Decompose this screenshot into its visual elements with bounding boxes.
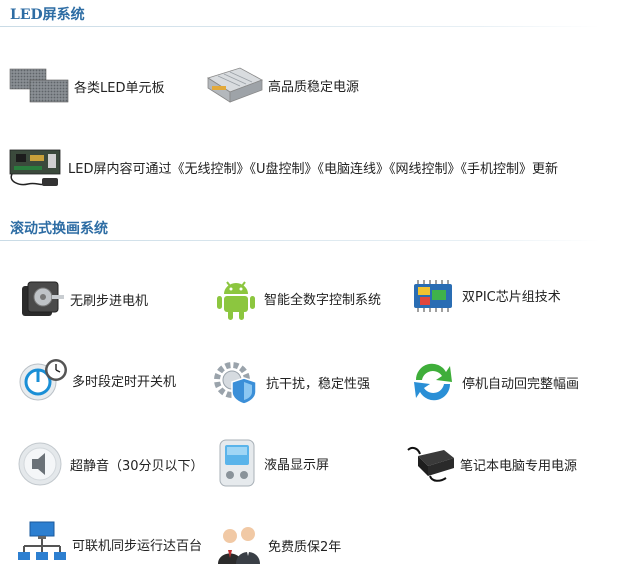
feature-lcd: 液晶显示屏 [216,438,329,488]
power-clock-icon [16,356,68,404]
feature-label: 免费质保2年 [268,539,342,555]
support-people-icon [214,524,264,566]
feature-label: 各类LED单元板 [74,80,165,96]
feature-stepper-motor: 无刷步进电机 [16,276,148,322]
section-title-scroll: 滚动式换画系统 [10,221,108,237]
feature-power-supply: 高品质稳定电源 [204,64,359,106]
feature-label: 双PIC芯片组技术 [462,289,561,305]
network-icon [16,520,68,568]
feature-label: LED屏内容可通过《无线控制》《U盘控制》《电脑连线》《网线控制》《手机控制》更… [68,161,558,177]
power-supply-icon [204,64,264,106]
control-card-icon [6,146,64,188]
feature-label: 超静音（30分贝以下） [70,458,204,474]
section-divider [0,26,600,27]
feature-timer-power: 多时段定时开关机 [16,356,176,404]
feature-label: 可联机同步运行达百台 [72,538,203,554]
speaker-icon [16,440,66,488]
feature-digital-control: 智能全数字控制系统 [212,274,381,322]
laptop-adapter-icon [406,444,456,484]
chip-icon [408,272,458,318]
feature-dual-pic: 双PIC芯片组技术 [408,272,561,318]
feature-control-card: LED屏内容可通过《无线控制》《U盘控制》《电脑连线》《网线控制》《手机控制》更… [6,146,558,188]
feature-label: 笔记本电脑专用电源 [460,458,578,474]
feature-label: 停机自动回完整幅画 [462,376,580,392]
feature-label: 智能全数字控制系统 [264,292,382,308]
feature-label: 高品质稳定电源 [268,79,360,95]
android-icon [212,274,260,322]
feature-label: 液晶显示屏 [264,457,330,473]
feature-network-sync: 可联机同步运行达百台 [16,520,202,568]
led-panel-icon [8,66,70,106]
feature-led-panels: 各类LED单元板 [8,66,164,106]
feature-anti-interference: 抗干扰，稳定性强 [212,358,370,406]
section-title-led: LED屏系统 [10,7,85,23]
section-divider [0,240,600,241]
shield-gear-icon [212,358,262,406]
feature-label: 无刷步进电机 [70,293,149,309]
feature-warranty: 免费质保2年 [214,524,341,566]
feature-silent: 超静音（30分贝以下） [16,440,204,488]
feature-label: 多时段定时开关机 [72,374,177,390]
stepper-motor-icon [16,276,66,322]
feature-laptop-power: 笔记本电脑专用电源 [406,444,577,484]
lcd-device-icon [216,438,260,488]
feature-label: 抗干扰，稳定性强 [266,376,371,392]
refresh-icon [408,358,458,406]
feature-auto-return: 停机自动回完整幅画 [408,358,579,406]
